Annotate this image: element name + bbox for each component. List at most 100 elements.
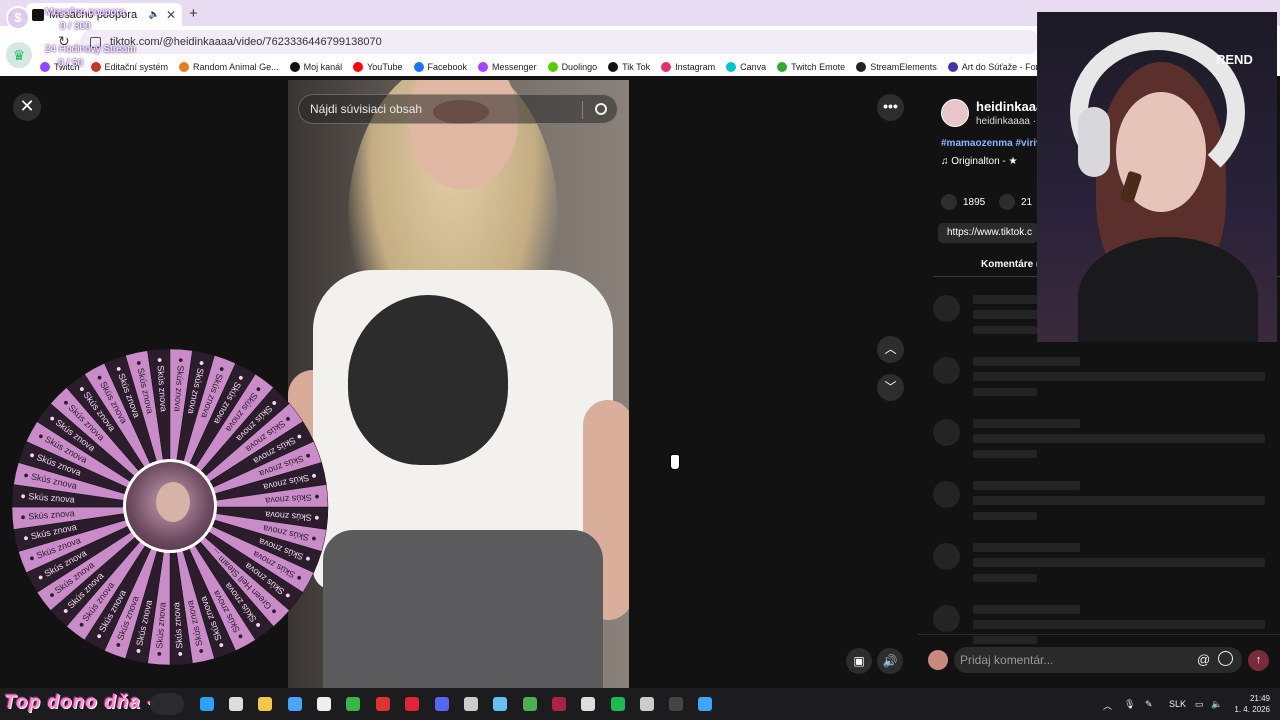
next-video-button[interactable]: ﹀ <box>877 374 904 401</box>
notepad-icon[interactable] <box>640 697 654 711</box>
comment-button[interactable]: 21 <box>999 194 1032 210</box>
tab-comments[interactable]: Komentáre ( <box>981 259 1039 270</box>
related-search-input[interactable]: Nájdi súvisiaci obsah <box>298 94 618 124</box>
clock-app-icon[interactable] <box>464 697 478 711</box>
new-tab-button[interactable]: + <box>189 5 198 22</box>
hand-cursor-icon <box>670 454 680 470</box>
reload-icon[interactable]: ↻ <box>58 33 70 50</box>
tab-title: Mesačno poopora <box>49 8 138 21</box>
bookmark-favicon-icon <box>947 62 958 72</box>
bookmark-favicon-icon <box>726 62 737 72</box>
url-text: tiktok.com/@heidinkaaaa/video/7623336446… <box>110 36 382 48</box>
search-placeholder: Nájdi súvisiaci obsah <box>310 102 423 116</box>
taskbar-search[interactable] <box>150 693 184 715</box>
bookmark-item[interactable]: Tik Tok <box>608 62 650 72</box>
steam-icon[interactable] <box>493 697 507 711</box>
vscode-icon[interactable] <box>698 697 712 711</box>
mini-player-icon[interactable]: ▣ <box>846 648 872 674</box>
language-indicator[interactable]: SLK <box>1169 699 1186 709</box>
creator-handle[interactable]: heidinkaaaa · 1 <box>976 116 1044 127</box>
video-hashtags[interactable]: #mamaozenma #viriv <box>941 138 1042 149</box>
bookmark-item[interactable]: Art do Súťaže - For... <box>947 62 1046 72</box>
mention-icon[interactable]: @ <box>1197 652 1210 667</box>
volume-icon[interactable]: 🔊 <box>877 648 903 674</box>
tab-audio-icon[interactable]: 🔈 <box>149 9 160 20</box>
skeleton-bar <box>973 388 1037 396</box>
address-bar[interactable]: tiktok.com/@heidinkaaaa/video/7623336446… <box>80 30 1040 54</box>
discord-icon[interactable] <box>435 697 449 711</box>
bookmark-label: Messenger <box>492 62 537 72</box>
word-icon[interactable] <box>581 697 595 711</box>
obs-icon[interactable] <box>317 697 331 711</box>
folder-icon[interactable] <box>258 697 272 711</box>
xbox-icon[interactable] <box>346 697 360 711</box>
skeleton-bar <box>973 434 1265 443</box>
store-icon[interactable] <box>288 697 302 711</box>
tab-search-icon[interactable]: ⌄ <box>5 6 14 19</box>
bookmark-item[interactable]: Instagram <box>661 62 715 72</box>
bookmark-favicon-icon <box>40 62 50 72</box>
skeleton-bar <box>973 357 1080 366</box>
bookmark-label: Canva <box>740 62 767 72</box>
comment-count: 21 <box>1021 196 1033 208</box>
bookmark-label: Facebook <box>427 62 468 72</box>
comment-placeholder: Pridaj komentár... <box>960 653 1054 667</box>
skeleton-bar <box>973 512 1037 520</box>
more-options-button[interactable]: ••• <box>877 94 904 121</box>
shirt-print <box>348 295 508 465</box>
obs-studio-icon[interactable] <box>552 697 566 711</box>
tab-close-icon[interactable]: ✕ <box>166 8 176 22</box>
emoji-icon[interactable] <box>1218 651 1233 666</box>
chrome-icon[interactable] <box>523 697 537 711</box>
site-info-icon[interactable] <box>90 36 101 48</box>
camera-icon[interactable] <box>376 697 390 711</box>
bookmark-item[interactable]: Messenger <box>478 62 537 72</box>
skeleton-bar <box>973 372 1265 381</box>
bookmark-label: Tik Tok <box>622 62 651 72</box>
like-count: 1895 <box>963 196 986 208</box>
bookmark-item[interactable]: Moj kanál <box>289 62 342 72</box>
bookmark-item[interactable]: StreamElements <box>856 62 937 72</box>
network-icon[interactable]: ▭ <box>1195 699 1204 710</box>
previous-video-button[interactable]: ︿ <box>877 336 904 363</box>
system-clock[interactable]: 21:49 1. 4. 2026 <box>1230 693 1270 715</box>
wheel-hub-avatar <box>123 459 217 553</box>
creator-username[interactable]: heidinkaaa <box>976 99 1043 114</box>
bookmark-favicon-icon <box>289 62 300 72</box>
bookmark-favicon-icon <box>478 62 489 72</box>
bookmark-label: Editační systém <box>104 62 169 72</box>
opera-icon[interactable] <box>405 697 419 711</box>
skeleton-bar <box>933 543 960 570</box>
skeleton-bar <box>973 558 1265 567</box>
bookmark-item[interactable]: Twitch <box>40 62 80 72</box>
skeleton-bar <box>973 543 1080 552</box>
bookmark-item[interactable]: Canva <box>726 62 766 72</box>
bookmark-item[interactable]: Twitch Emote <box>777 62 845 72</box>
file-explorer-icon[interactable] <box>200 697 214 711</box>
speaker-icon[interactable]: 🔈 <box>1211 699 1222 710</box>
spotify-icon[interactable] <box>611 697 625 711</box>
bookmark-item[interactable]: YouTube <box>353 62 403 72</box>
calendar-icon[interactable] <box>229 697 243 711</box>
heart-icon <box>941 194 957 210</box>
search-icon[interactable] <box>595 103 607 115</box>
video-sound[interactable]: ♫ Originalton - ★ <box>941 156 1018 167</box>
microphone-icon[interactable]: 🎙 <box>1124 699 1135 710</box>
creator-avatar[interactable] <box>941 99 969 127</box>
clock-date: 1. 4. 2026 <box>1234 705 1270 714</box>
video-link-box[interactable]: https://www.tiktok.c <box>938 223 1038 243</box>
search-divider <box>582 101 583 119</box>
close-video-button[interactable]: ✕ <box>13 93 41 121</box>
skeleton-bar <box>973 419 1080 428</box>
video-frame[interactable] <box>288 80 629 688</box>
bookmark-item[interactable]: Facebook <box>413 62 468 72</box>
bookmark-item[interactable]: Duolingo <box>547 62 597 72</box>
terminal-icon[interactable] <box>669 697 683 711</box>
like-button[interactable]: 1895 <box>941 194 985 210</box>
send-comment-button[interactable]: ↑ <box>1248 650 1269 671</box>
bookmark-item[interactable]: Editační systém <box>90 62 169 72</box>
browser-tab[interactable]: Mesačno poopora 🔈 ✕ <box>26 3 182 26</box>
bookmark-item[interactable]: Random Animal Ge... <box>179 62 279 72</box>
tray-overflow-icon[interactable]: ︿ <box>1103 699 1112 712</box>
pen-icon[interactable]: ✎ <box>1145 699 1153 710</box>
